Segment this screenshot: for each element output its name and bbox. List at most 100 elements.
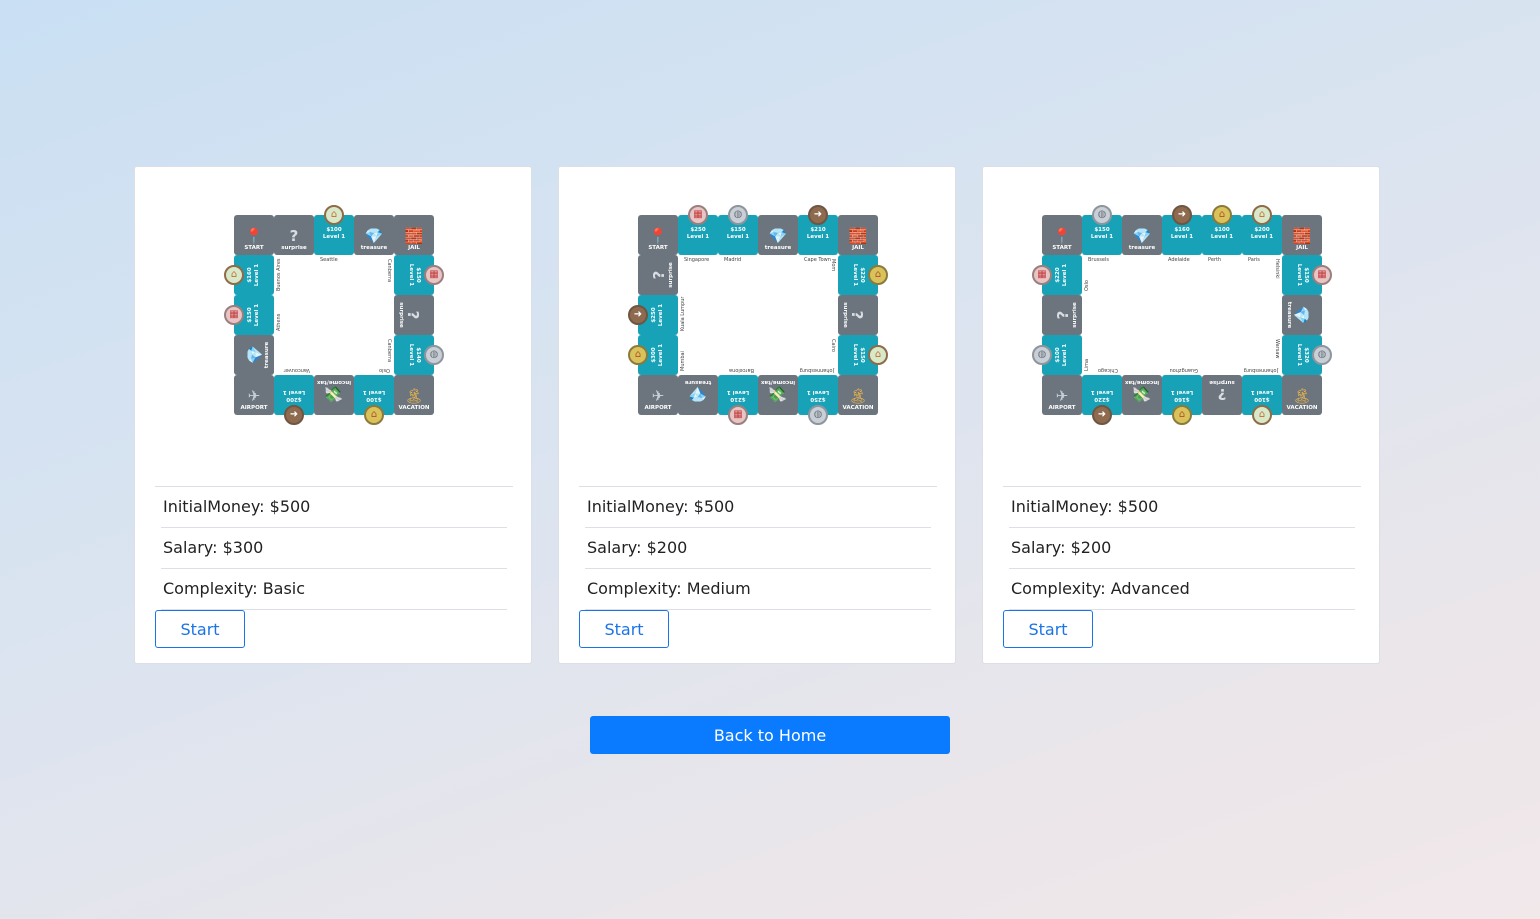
airplane-icon: ✈ bbox=[247, 387, 261, 405]
city-name: Vancouver bbox=[283, 367, 310, 373]
city-name: Johannesburg bbox=[1243, 367, 1278, 373]
special-tile: 🏝 VACATION bbox=[1282, 375, 1322, 415]
salary-label: Salary: bbox=[163, 538, 218, 557]
tile-label: treasure bbox=[764, 245, 792, 251]
tile-level: Level 1 bbox=[1296, 343, 1302, 367]
tile-level: Level 1 bbox=[254, 263, 260, 287]
tile-level: Level 1 bbox=[1062, 263, 1068, 287]
special-tile: 💸 income/tax bbox=[758, 375, 798, 415]
special-tile: 💎 treasure bbox=[354, 215, 394, 255]
island-icon: 🏝 bbox=[848, 387, 868, 405]
tile-price: $220 bbox=[1055, 267, 1061, 283]
city-name: Seattle bbox=[320, 257, 338, 263]
question-icon: ? bbox=[848, 310, 866, 320]
tile-price: $320 bbox=[1303, 347, 1309, 363]
question-icon: ? bbox=[650, 270, 668, 280]
city-name: Paris bbox=[1248, 257, 1260, 263]
diamond-icon: 💎 bbox=[364, 227, 384, 245]
city-name: Canberra bbox=[386, 339, 392, 363]
salary-value: $300 bbox=[222, 538, 264, 557]
special-tile: 💸 income/tax bbox=[314, 375, 354, 415]
arrow-marker-icon: ➜ bbox=[1092, 405, 1112, 425]
tile-price: $140 bbox=[415, 347, 421, 363]
arrow-marker-icon: ➜ bbox=[628, 305, 648, 325]
tile-label: AIRPORT bbox=[240, 405, 268, 411]
complexity-value: Basic bbox=[262, 579, 306, 598]
diamond-icon: 💎 bbox=[688, 385, 708, 403]
special-tile: 💸 income/tax bbox=[1122, 375, 1162, 415]
complexity-label: Complexity: bbox=[587, 579, 682, 598]
tile-price: $150 bbox=[1303, 267, 1309, 283]
tile-label: AIRPORT bbox=[644, 405, 672, 411]
airplane-icon: ✈ bbox=[1055, 387, 1069, 405]
city-name: Oslo bbox=[1084, 280, 1090, 291]
home-gold-marker-icon: ⌂ bbox=[364, 405, 384, 425]
tile-label: AIRPORT bbox=[1048, 405, 1076, 411]
city-name: Singapore bbox=[684, 257, 710, 263]
globe-marker-icon: ◍ bbox=[424, 345, 444, 365]
tile-level: Level 1 bbox=[726, 389, 750, 395]
tile-price: $300 bbox=[651, 347, 657, 363]
special-tile: 🏝 VACATION bbox=[394, 375, 434, 415]
tile-level: Level 1 bbox=[1210, 233, 1234, 240]
special-tile: 🧱 JAIL bbox=[1282, 215, 1322, 255]
diamond-icon: 💎 bbox=[1132, 227, 1152, 245]
initial-money-label: InitialMoney: bbox=[1011, 497, 1113, 516]
start-button-medium[interactable]: Start bbox=[579, 610, 669, 648]
tile-level: Level 1 bbox=[1170, 389, 1194, 395]
arrow-marker-icon: ➜ bbox=[808, 205, 828, 225]
tile-label: treasure bbox=[1286, 301, 1292, 329]
question-icon: ? bbox=[289, 227, 299, 245]
tile-price: $150 bbox=[1094, 226, 1110, 233]
special-tile: ? surprise bbox=[638, 255, 678, 295]
tile-level: Level 1 bbox=[806, 233, 830, 240]
arrow-marker-icon: ➜ bbox=[284, 405, 304, 425]
hotel-marker-icon: ▦ bbox=[728, 405, 748, 425]
money-icon: 💸 bbox=[324, 385, 344, 403]
city-name: Brussels bbox=[1088, 257, 1109, 263]
home-gold-marker-icon: ⌂ bbox=[868, 265, 888, 285]
tile-price: $210 bbox=[810, 226, 826, 233]
globe-marker-icon: ◍ bbox=[1312, 345, 1332, 365]
tile-price: $160 bbox=[1174, 226, 1190, 233]
tile-label: surprise bbox=[281, 245, 307, 251]
home-gold-marker-icon: ⌂ bbox=[1172, 405, 1192, 425]
special-tile: 📍 START bbox=[234, 215, 274, 255]
house-marker-icon: ⌂ bbox=[1252, 205, 1272, 225]
scenario-card-advanced: 📍 START $150 Level 1 Brussels ◍ 💎 treasure $160 L… bbox=[982, 166, 1380, 664]
question-icon: ? bbox=[1217, 385, 1227, 403]
complexity-value: Medium bbox=[686, 579, 751, 598]
tile-label: surprise bbox=[398, 302, 404, 328]
diamond-icon: 💎 bbox=[1292, 305, 1310, 325]
start-button-advanced[interactable]: Start bbox=[1003, 610, 1093, 648]
house-marker-icon: ⌂ bbox=[224, 265, 244, 285]
tile-level: Level 1 bbox=[1090, 233, 1114, 240]
complexity-row: Complexity: Basic bbox=[161, 569, 507, 610]
tile-label: VACATION bbox=[1286, 405, 1318, 411]
special-tile: 💎 treasure bbox=[234, 335, 274, 375]
globe-marker-icon: ◍ bbox=[808, 405, 828, 425]
tile-label: START bbox=[648, 245, 668, 251]
board-preview: 📍 START? surprise $100 Level 1 Seattle ⌂ 💎 treas… bbox=[224, 205, 444, 425]
special-tile: 💎 treasure bbox=[758, 215, 798, 255]
special-tile: ✈ AIRPORT bbox=[638, 375, 678, 415]
salary-row: Salary: $200 bbox=[585, 528, 931, 569]
city-name: Mom bbox=[830, 259, 836, 272]
salary-label: Salary: bbox=[587, 538, 642, 557]
house-marker-icon: ⌂ bbox=[324, 205, 344, 225]
tile-label: surprise bbox=[1072, 302, 1078, 328]
special-tile: ? surprise bbox=[838, 295, 878, 335]
tile-level: Level 1 bbox=[1062, 343, 1068, 367]
complexity-label: Complexity: bbox=[1011, 579, 1106, 598]
salary-value: $200 bbox=[646, 538, 688, 557]
initial-money-value: $500 bbox=[269, 497, 311, 516]
tile-level: Level 1 bbox=[686, 233, 710, 240]
salary-row: Salary: $300 bbox=[161, 528, 507, 569]
tile-label: START bbox=[244, 245, 264, 251]
special-tile: 📍 START bbox=[1042, 215, 1082, 255]
pin-icon: 📍 bbox=[648, 227, 668, 245]
tile-label: income/tax bbox=[316, 379, 352, 385]
tile-level: Level 1 bbox=[254, 303, 260, 327]
start-button-basic[interactable]: Start bbox=[155, 610, 245, 648]
back-to-home-button[interactable]: Back to Home bbox=[590, 716, 950, 754]
